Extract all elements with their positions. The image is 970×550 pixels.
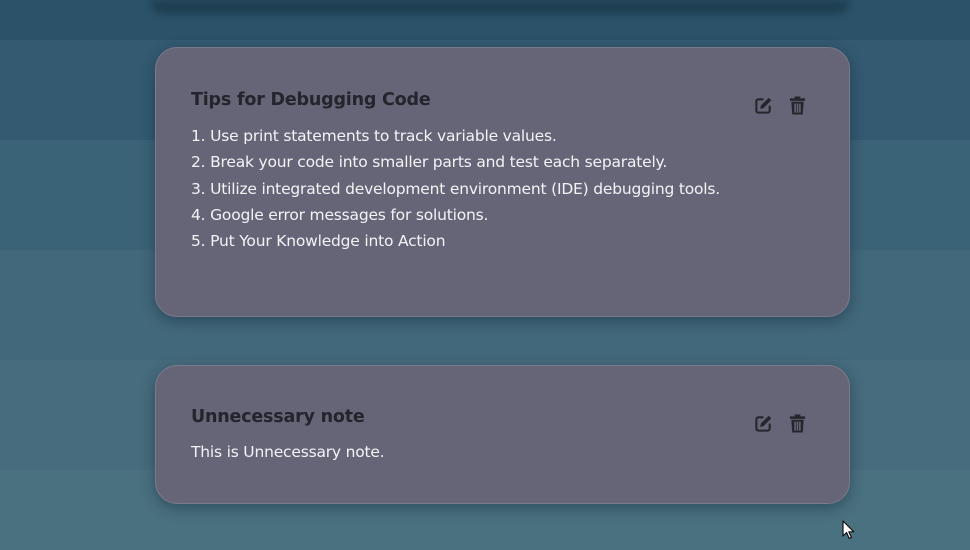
note-title: Unnecessary note bbox=[191, 407, 365, 427]
note-actions bbox=[753, 413, 807, 433]
note-line: 4. Google error messages for solutions. bbox=[191, 205, 489, 224]
mouse-cursor-icon bbox=[842, 520, 855, 544]
note-card: Tips for Debugging Code 1. Use print sta… bbox=[155, 47, 850, 317]
delete-note-button[interactable] bbox=[787, 413, 807, 433]
note-line: This is Unnecessary note. bbox=[191, 443, 385, 461]
trash-icon bbox=[789, 413, 805, 433]
edit-note-button[interactable] bbox=[753, 413, 773, 433]
edit-icon bbox=[754, 97, 771, 114]
note-line: 1. Use print statements to track variabl… bbox=[191, 127, 557, 145]
note-line: 3. Utilize integrated development enviro… bbox=[191, 179, 720, 198]
note-card: Unnecessary note This is Unnecessary not… bbox=[155, 365, 850, 504]
note-title: Tips for Debugging Code bbox=[191, 90, 431, 110]
note-content: This is Unnecessary note. bbox=[191, 441, 749, 463]
note-line: 5. Put Your Knowledge into Action bbox=[191, 232, 446, 251]
note-actions bbox=[753, 95, 807, 115]
edit-icon bbox=[754, 415, 771, 432]
note-line: 2. Break your code into smaller parts an… bbox=[191, 153, 668, 172]
trash-icon bbox=[789, 95, 805, 115]
edit-note-button[interactable] bbox=[753, 95, 773, 115]
delete-note-button[interactable] bbox=[787, 95, 807, 115]
note-content: 1. Use print statements to track variabl… bbox=[191, 123, 749, 254]
previous-note-card-edge bbox=[150, 0, 850, 14]
